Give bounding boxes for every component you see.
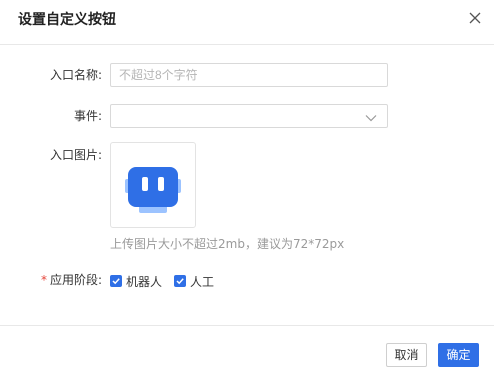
confirm-button[interactable]: 确定 [438,343,479,367]
stage-label-row: * 应用阶段: [12,272,102,288]
image-upload[interactable] [110,142,196,228]
entry-name-label: 入口名称: [49,68,102,82]
checkbox-robot[interactable]: 机器人 [110,273,162,289]
checkbox-human-label: 人工 [190,274,215,289]
dialog-title: 设置自定义按钮 [18,12,116,28]
image-hint: 上传图片大小不超过2mb，建议为72*72px [110,237,345,251]
robot-icon [125,167,181,213]
stage-label: 应用阶段: [49,273,102,287]
checkbox-checked-icon [174,275,186,287]
cancel-button[interactable]: 取消 [386,343,427,367]
event-label: 事件: [73,109,102,123]
checkbox-human[interactable]: 人工 [174,273,214,289]
entry-name-input[interactable] [110,63,388,87]
checkbox-checked-icon [110,275,122,287]
custom-button-dialog: 设置自定义按钮 入口名称: 事件: 入口图片: 上传图片大小不超过2mb，建议为… [0,0,494,380]
entry-image-label: 入口图片: [49,148,102,162]
required-mark: * [40,273,47,287]
checkbox-robot-label: 机器人 [126,274,163,289]
close-icon[interactable] [464,7,486,29]
footer-divider [0,325,494,326]
chevron-down-icon [365,109,377,122]
event-select[interactable] [110,104,388,128]
dialog-header: 设置自定义按钮 [0,0,494,45]
